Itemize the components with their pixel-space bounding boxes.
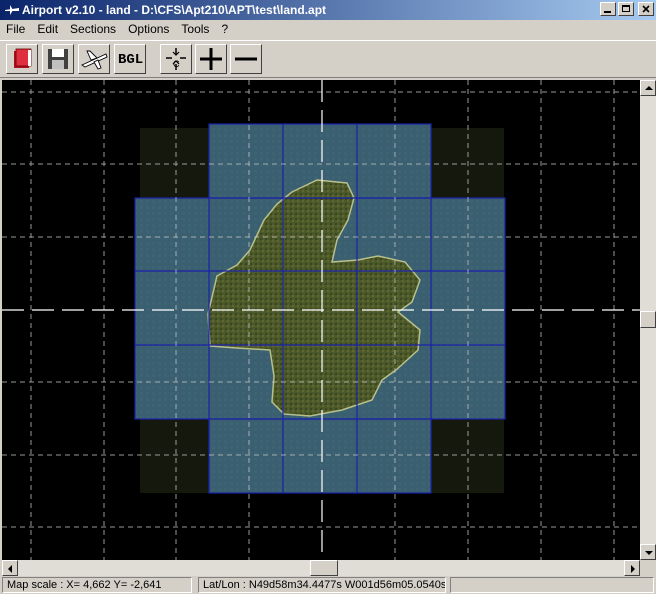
map-canvas[interactable] <box>2 80 640 560</box>
status-latlon: Lat/Lon : N49d58m34.4477s W001d56m05.054… <box>198 577 446 593</box>
scroll-right-button[interactable] <box>624 560 640 576</box>
bgl-icon: BGL <box>118 52 144 68</box>
scroll-down-button[interactable] <box>640 544 656 560</box>
menu-sections[interactable]: Sections <box>64 20 122 38</box>
save-button[interactable] <box>42 44 74 74</box>
scroll-up-button[interactable] <box>640 80 656 96</box>
horizontal-scrollbar[interactable] <box>2 560 640 576</box>
title-bar: Airport v2.10 - land - D:\CFS\Apt210\APT… <box>0 0 656 20</box>
menu-options[interactable]: Options <box>122 20 175 38</box>
maximize-button[interactable] <box>618 2 634 16</box>
menu-help[interactable]: ? <box>215 20 234 38</box>
center-label: C <box>173 59 180 69</box>
zoom-in-icon <box>200 48 222 70</box>
open-book-button[interactable] <box>6 44 38 74</box>
minimize-button[interactable] <box>600 2 616 16</box>
airplane-icon <box>81 50 108 70</box>
airplane-app-icon <box>5 5 19 15</box>
menu-tools[interactable]: Tools <box>175 20 215 38</box>
status-empty-panel <box>450 577 654 593</box>
scrollbar-corner <box>640 560 656 576</box>
window-title: Airport v2.10 - land - D:\CFS\Apt210\APT… <box>22 3 327 17</box>
zoom-in-button[interactable] <box>195 44 227 74</box>
close-icon <box>642 5 650 13</box>
arrow-up-icon <box>645 86 653 90</box>
menu-edit[interactable]: Edit <box>31 20 64 38</box>
arrow-right-icon <box>631 565 635 573</box>
center-button[interactable]: C <box>160 44 192 74</box>
bgl-button[interactable]: BGL <box>114 44 146 74</box>
close-button[interactable] <box>638 2 654 16</box>
scroll-left-button[interactable] <box>2 560 18 576</box>
toolbar: BGL C <box>0 40 656 78</box>
status-map-scale: Map scale : X= 4,662 Y= -2,641 <box>2 577 192 593</box>
zoom-out-icon <box>235 57 257 61</box>
arrow-left-icon <box>8 565 12 573</box>
vertical-scroll-thumb[interactable] <box>640 311 656 328</box>
save-disk-icon <box>48 49 68 69</box>
arrow-down-icon <box>645 551 653 555</box>
horizontal-scroll-thumb[interactable] <box>310 560 338 576</box>
aircraft-button[interactable] <box>78 44 110 74</box>
menu-bar: File Edit Sections Options Tools ? <box>0 20 656 38</box>
status-bar: Map scale : X= 4,662 Y= -2,641 Lat/Lon :… <box>0 576 656 594</box>
book-icon <box>14 48 32 68</box>
menu-file[interactable]: File <box>0 20 31 38</box>
vertical-scrollbar[interactable] <box>640 80 656 560</box>
zoom-out-button[interactable] <box>230 44 262 74</box>
